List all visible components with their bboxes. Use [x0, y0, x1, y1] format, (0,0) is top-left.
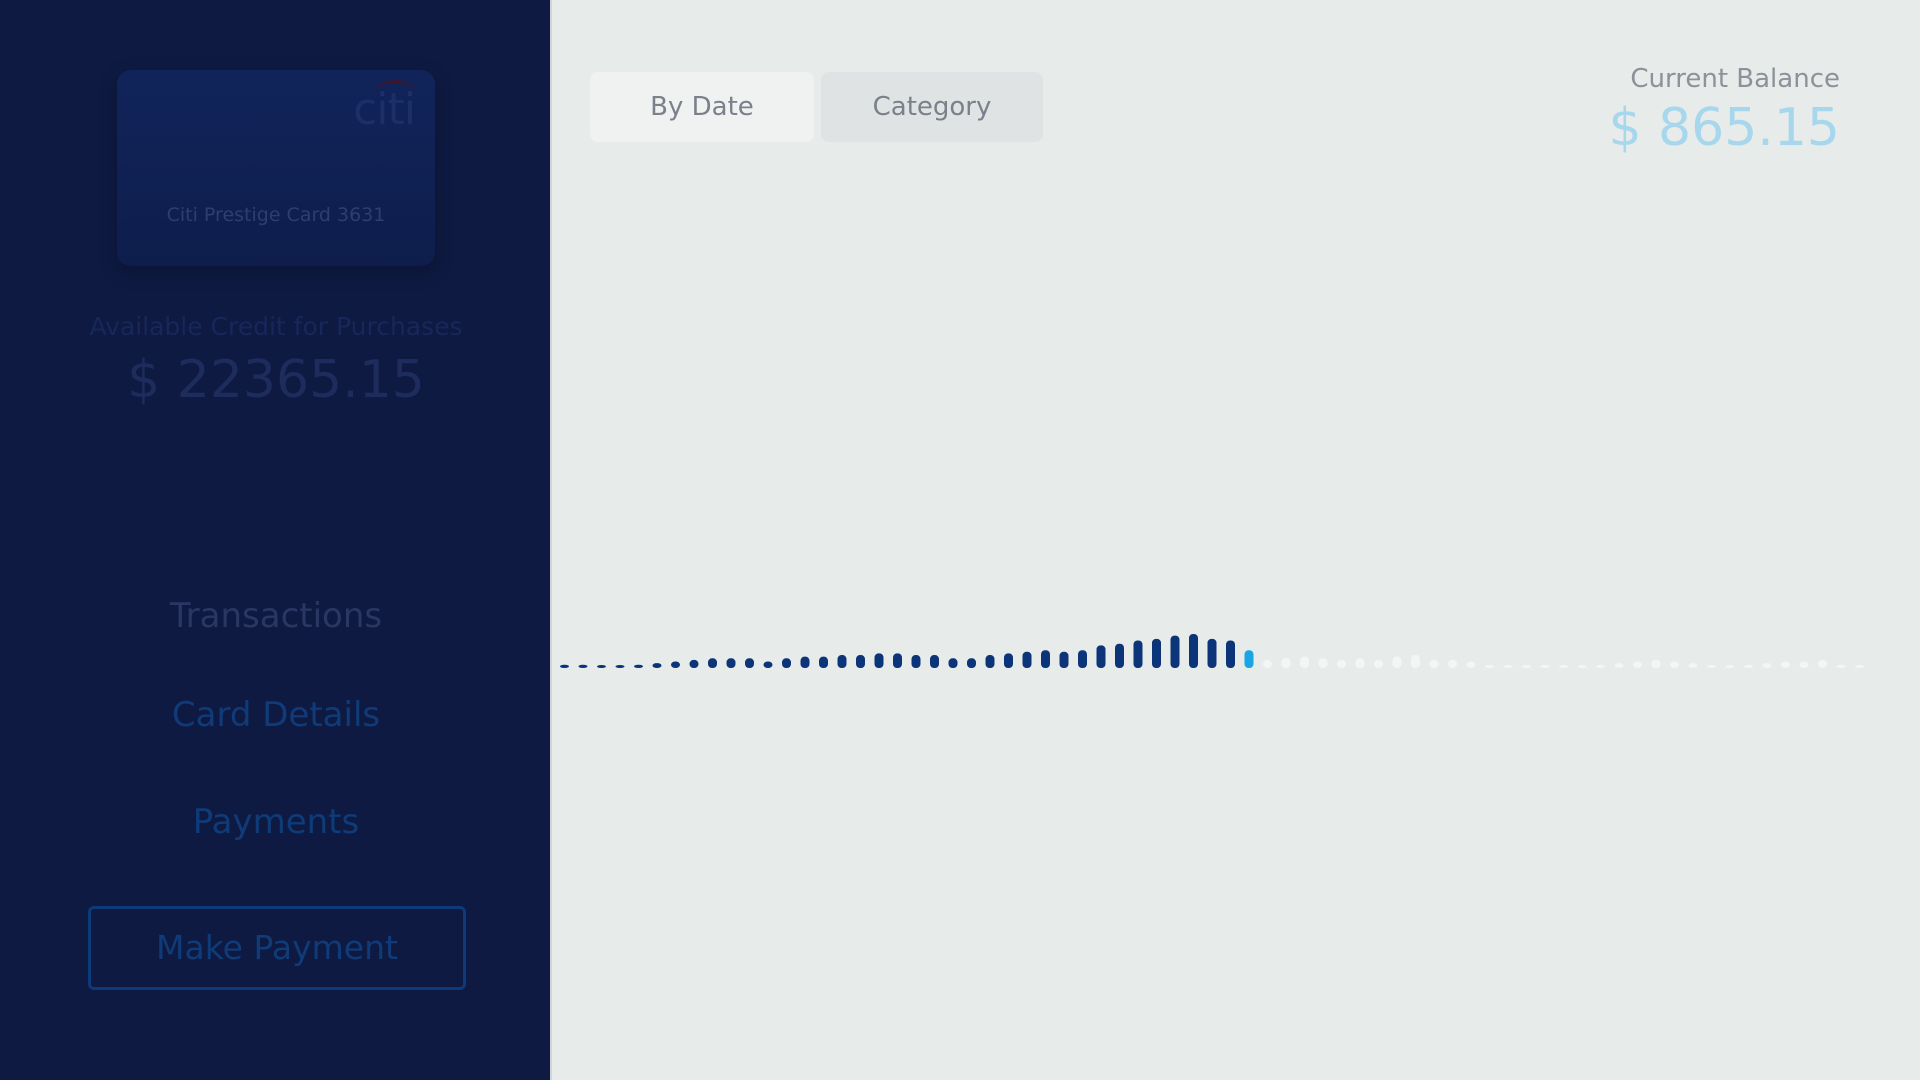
chart-bar[interactable]: [948, 658, 958, 668]
card-name: Citi Prestige Card 3631: [166, 204, 386, 226]
chart-bar[interactable]: [1522, 665, 1531, 668]
chart-bar[interactable]: [1411, 655, 1420, 668]
chart-bar[interactable]: [1633, 661, 1642, 668]
chart-bar[interactable]: [671, 661, 680, 668]
chart-bar[interactable]: [837, 655, 847, 668]
chart-bar[interactable]: [1263, 659, 1272, 668]
chart-bar[interactable]: [800, 656, 810, 668]
chart-bar[interactable]: [782, 658, 791, 668]
chart-bar[interactable]: [1596, 664, 1605, 668]
chart-bar[interactable]: [1170, 635, 1180, 668]
chart-bar[interactable]: [1429, 659, 1439, 668]
chart-bar[interactable]: [1744, 664, 1753, 668]
chart-bar[interactable]: [1096, 645, 1106, 668]
chart-bar[interactable]: [708, 658, 717, 668]
chart-bar[interactable]: [856, 655, 865, 668]
chart-bar[interactable]: [1485, 665, 1494, 668]
citi-logo: citi: [353, 84, 416, 135]
chart-bar-selected[interactable]: [1244, 650, 1254, 668]
chart-bar[interactable]: [1300, 656, 1309, 668]
chart-bar[interactable]: [967, 658, 976, 668]
make-payment-button[interactable]: Make Payment: [88, 906, 466, 990]
chart-bar[interactable]: [763, 661, 773, 668]
chart-bar[interactable]: [1226, 640, 1235, 668]
chart-bar[interactable]: [1133, 640, 1143, 668]
chart-bar[interactable]: [1707, 665, 1716, 668]
chart-bar[interactable]: [1855, 665, 1864, 668]
chart-bar[interactable]: [1318, 658, 1328, 668]
chart-bar[interactable]: [1799, 661, 1809, 668]
chart-bar[interactable]: [1004, 653, 1013, 668]
chart-bar[interactable]: [1281, 658, 1291, 668]
chart-bar[interactable]: [1189, 634, 1198, 668]
chart-bar[interactable]: [1078, 650, 1087, 668]
nav-payments[interactable]: Payments: [0, 802, 552, 842]
chart-bar[interactable]: [985, 655, 995, 668]
chart-bar[interactable]: [1503, 665, 1513, 668]
chart-bar[interactable]: [597, 665, 606, 668]
current-balance-label: Current Balance: [1630, 64, 1840, 94]
chart-bar[interactable]: [911, 655, 921, 668]
nav-transactions[interactable]: Transactions: [0, 596, 552, 636]
chart-bar[interactable]: [689, 659, 699, 668]
chart-bar[interactable]: [1688, 663, 1698, 668]
chart-bar[interactable]: [634, 664, 643, 668]
chart-bar[interactable]: [1725, 665, 1735, 668]
chart-bar[interactable]: [560, 664, 569, 668]
chart-bar[interactable]: [874, 653, 884, 668]
chart-bar[interactable]: [930, 655, 939, 668]
chart-bar[interactable]: [1651, 659, 1661, 668]
chart-bar[interactable]: [745, 658, 754, 668]
chart-bar[interactable]: [726, 658, 736, 668]
chart-bar[interactable]: [1337, 659, 1346, 668]
chart-bar[interactable]: [893, 653, 902, 668]
app: citi Citi Prestige Card 3631 Available C…: [0, 0, 1920, 1080]
chart-bar[interactable]: [1836, 664, 1846, 668]
chart-bar[interactable]: [1781, 661, 1790, 668]
chart-bar[interactable]: [1152, 638, 1161, 668]
chart-bar[interactable]: [1670, 661, 1679, 668]
chart-bar[interactable]: [1207, 638, 1217, 668]
chart-bar[interactable]: [1818, 659, 1827, 668]
chart-bar[interactable]: [819, 656, 828, 668]
sidebar: citi Citi Prestige Card 3631 Available C…: [0, 0, 552, 1080]
chart-bar[interactable]: [1041, 650, 1050, 668]
tab-category[interactable]: Category: [821, 72, 1043, 142]
credit-card[interactable]: citi Citi Prestige Card 3631: [117, 70, 435, 266]
spending-bar-chart[interactable]: [552, 600, 1920, 700]
chart-bar[interactable]: [1392, 656, 1402, 668]
chart-bar[interactable]: [1614, 663, 1624, 668]
chart-bar[interactable]: [1577, 665, 1587, 668]
chart-bar[interactable]: [1374, 659, 1383, 668]
chart-bar[interactable]: [615, 665, 625, 668]
available-credit-value: $ 22365.15: [127, 350, 425, 410]
chart-bar[interactable]: [1022, 651, 1032, 668]
tab-by-date[interactable]: By Date: [590, 72, 814, 142]
available-credit-label: Available Credit for Purchases: [89, 312, 463, 341]
chart-bar[interactable]: [1059, 651, 1069, 668]
chart-bar[interactable]: [1355, 658, 1365, 668]
chart-bar[interactable]: [1466, 661, 1476, 668]
chart-bar[interactable]: [1559, 665, 1568, 668]
current-balance-value: $ 865.15: [1608, 98, 1840, 158]
chart-bar[interactable]: [652, 663, 662, 668]
chart-bar[interactable]: [1448, 659, 1457, 668]
chart-bar[interactable]: [1540, 665, 1550, 668]
chart-bar[interactable]: [1115, 643, 1124, 668]
nav-card-details[interactable]: Card Details: [0, 695, 552, 735]
chart-bar[interactable]: [1762, 663, 1772, 668]
chart-bar[interactable]: [578, 664, 588, 668]
